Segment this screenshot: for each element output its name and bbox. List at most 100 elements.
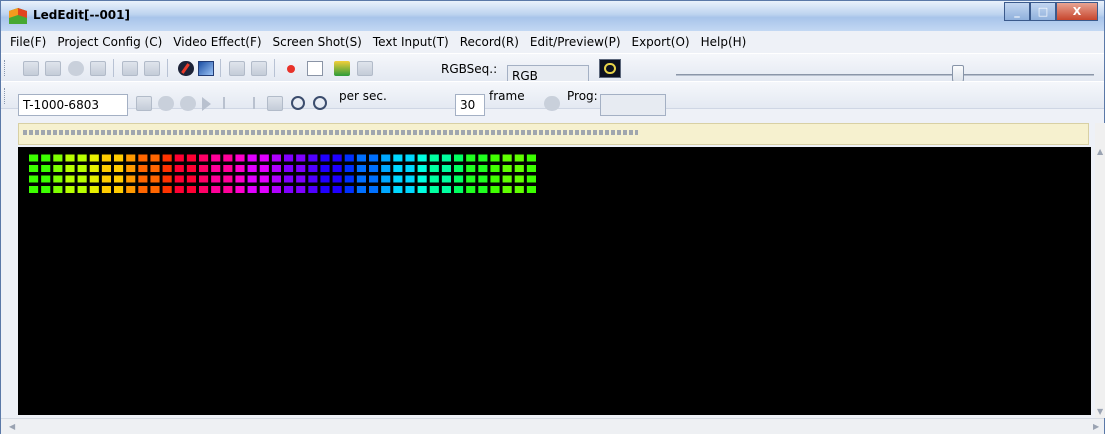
- menu-edit-preview[interactable]: Edit/Preview(P): [530, 35, 621, 49]
- led-dot: [344, 165, 354, 172]
- led-dot: [114, 175, 124, 183]
- zoom-out-icon[interactable]: [313, 96, 327, 110]
- loop-icon[interactable]: [544, 96, 560, 111]
- toolbar-separator: [113, 59, 114, 77]
- record-icon[interactable]: [287, 65, 295, 73]
- led-dot: [271, 165, 281, 172]
- scroll-right-icon[interactable]: ▶: [1093, 422, 1099, 431]
- led-dot: [526, 154, 536, 162]
- led-dot: [174, 175, 184, 183]
- led-dot: [344, 186, 354, 193]
- stop-icon[interactable]: [158, 96, 174, 111]
- add-file-icon[interactable]: [334, 61, 350, 76]
- led-dot: [53, 154, 63, 162]
- led-dot: [320, 175, 330, 183]
- film-icon[interactable]: [251, 61, 267, 76]
- play-icon[interactable]: [202, 97, 211, 111]
- image-icon[interactable]: [229, 61, 245, 76]
- led-dot: [89, 175, 99, 183]
- scroll-up-icon[interactable]: ▲: [1097, 147, 1103, 156]
- led-dot: [150, 186, 160, 193]
- grid-icon[interactable]: [267, 96, 283, 111]
- led-dot: [211, 154, 221, 162]
- led-dot: [526, 175, 536, 183]
- new-icon[interactable]: [23, 61, 39, 76]
- led-dot: [53, 165, 63, 172]
- open-icon[interactable]: [45, 61, 61, 76]
- horizontal-scrollbar[interactable]: ◀ ▶: [1, 418, 1104, 434]
- close-button[interactable]: X: [1056, 2, 1098, 21]
- led-dot: [29, 186, 39, 193]
- title-bar[interactable]: LedEdit[--001] _ □ X: [1, 1, 1104, 31]
- led-dot: [101, 154, 111, 162]
- led-dot: [514, 154, 524, 162]
- menu-project-config[interactable]: Project Config (C): [57, 35, 162, 49]
- maximize-button[interactable]: □: [1030, 2, 1056, 21]
- zoom-in-icon[interactable]: [291, 96, 305, 110]
- led-dot: [77, 186, 87, 193]
- menu-help[interactable]: Help(H): [701, 35, 747, 49]
- menu-export[interactable]: Export(O): [632, 35, 690, 49]
- page-icon[interactable]: [136, 96, 152, 111]
- led-dot: [417, 186, 427, 193]
- stop-box-icon[interactable]: [307, 61, 323, 76]
- fps-field[interactable]: 30: [455, 94, 485, 116]
- settings-icon[interactable]: [68, 61, 84, 76]
- led-dot: [381, 154, 391, 162]
- led-dot: [41, 165, 51, 172]
- led-dot: [356, 186, 366, 193]
- led-dot: [199, 154, 209, 162]
- led-dot: [150, 165, 160, 172]
- led-dot: [101, 186, 111, 193]
- brush-icon[interactable]: [178, 61, 194, 76]
- toolbar-grip[interactable]: [4, 60, 7, 76]
- led-dot: [320, 154, 330, 162]
- toolbar-grip[interactable]: [4, 88, 7, 104]
- led-dot: [114, 186, 124, 193]
- copy-icon[interactable]: [122, 61, 138, 76]
- led-dot: [429, 165, 439, 172]
- led-dot: [429, 175, 439, 183]
- menu-screen-shot[interactable]: Screen Shot(S): [273, 35, 362, 49]
- paste-icon[interactable]: [144, 61, 160, 76]
- first-icon[interactable]: [223, 97, 233, 109]
- led-dot: [247, 186, 257, 193]
- slider-track[interactable]: [676, 74, 1094, 76]
- led-dot: [53, 175, 63, 183]
- last-icon[interactable]: [245, 97, 255, 109]
- led-dot: [441, 175, 451, 183]
- menu-text-input[interactable]: Text Input(T): [373, 35, 449, 49]
- minimize-button[interactable]: _: [1004, 2, 1030, 21]
- pause-icon[interactable]: [180, 96, 196, 111]
- led-dot: [211, 175, 221, 183]
- led-dot: [174, 154, 184, 162]
- menu-file[interactable]: File(F): [10, 35, 46, 49]
- led-dot: [369, 175, 379, 183]
- led-dot: [344, 154, 354, 162]
- save-icon[interactable]: [90, 61, 106, 76]
- preview-icon[interactable]: [599, 59, 621, 78]
- led-dot: [162, 165, 172, 172]
- led-dot: [259, 186, 269, 193]
- menu-record[interactable]: Record(R): [460, 35, 519, 49]
- frame-icon[interactable]: [198, 61, 214, 76]
- vertical-scrollbar[interactable]: ▲ ▼: [1095, 123, 1105, 418]
- led-dot: [223, 186, 233, 193]
- led-dot: [332, 186, 342, 193]
- led-dot: [186, 165, 196, 172]
- device-field[interactable]: T-1000-6803: [18, 94, 128, 116]
- led-dot: [466, 175, 476, 183]
- scroll-down-icon[interactable]: ▼: [1097, 407, 1103, 416]
- led-dot: [77, 154, 87, 162]
- scroll-left-icon[interactable]: ◀: [9, 422, 15, 431]
- led-dot: [65, 175, 75, 183]
- led-dot: [478, 175, 488, 183]
- led-dot: [259, 154, 269, 162]
- edit-icon[interactable]: [357, 61, 373, 76]
- led-dot: [65, 186, 75, 193]
- led-dot: [429, 154, 439, 162]
- prog-field[interactable]: [600, 94, 666, 116]
- led-dot: [454, 175, 464, 183]
- menu-video-effect[interactable]: Video Effect(F): [173, 35, 261, 49]
- led-dot: [332, 165, 342, 172]
